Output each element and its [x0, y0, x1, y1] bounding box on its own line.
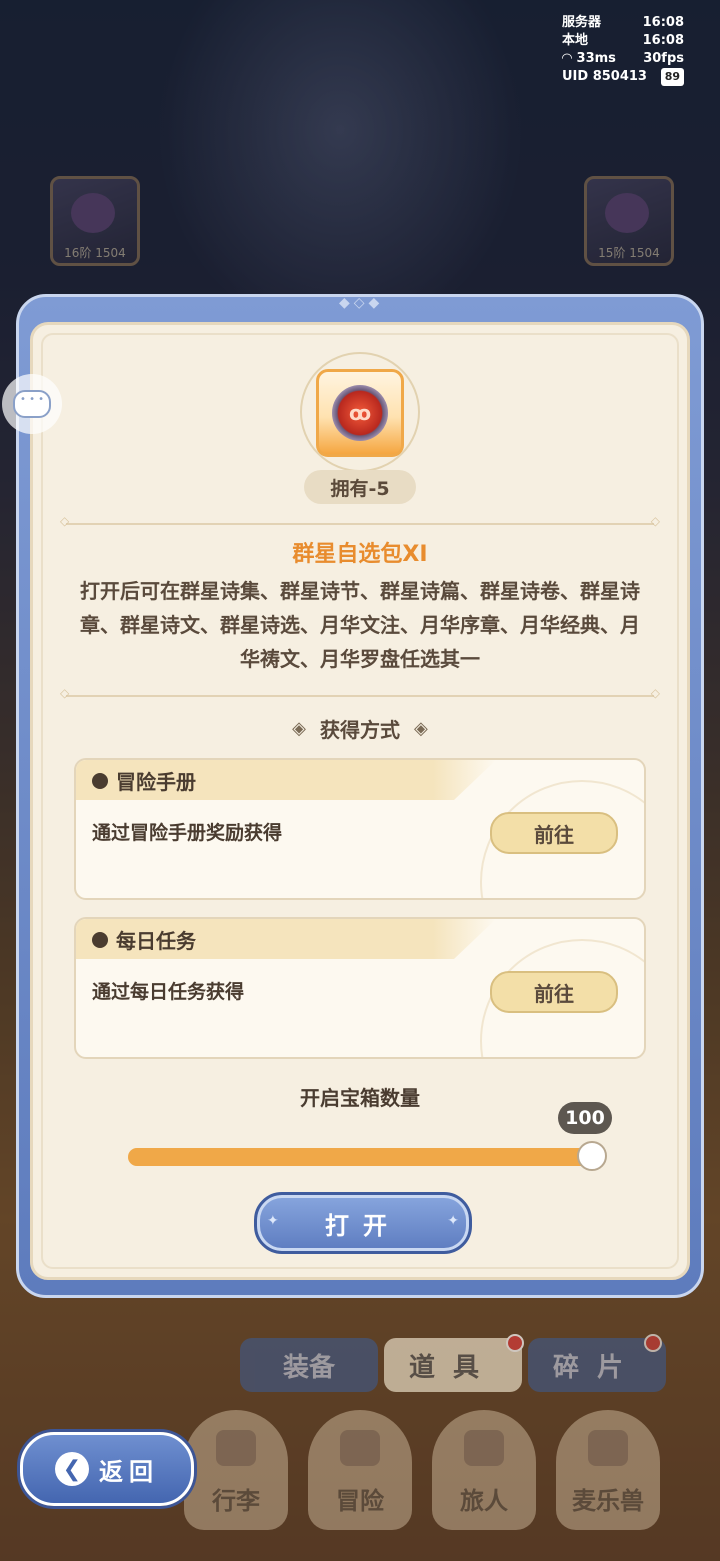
sparkle-icon: ✦ — [447, 1213, 459, 1229]
relic-icon — [605, 193, 649, 233]
ping-value: ◠ 33ms — [562, 51, 616, 66]
source-title: 每日任务 — [116, 929, 196, 953]
relic-slot-left[interactable]: 16阶 1504 — [50, 176, 140, 266]
acquire-heading: ◈ 获得方式 ◈ — [292, 718, 428, 742]
nav-pets[interactable]: 麦乐兽 — [556, 1410, 660, 1530]
diamond-ornament-icon: ◈ — [292, 718, 306, 739]
ornament-icon: ◆◇◆ — [339, 295, 384, 311]
fps-value: 30fps — [643, 51, 684, 66]
tab-fragments[interactable]: 碎片 — [528, 1334, 666, 1392]
back-arrow-icon: ❮ — [55, 1452, 89, 1486]
chest-icon — [216, 1430, 256, 1466]
notification-dot — [644, 1334, 662, 1352]
item-description: 打开后可在群星诗集、群星诗节、群星诗篇、群星诗卷、群星诗章、群星诗文、群星诗选、… — [80, 579, 640, 671]
wifi-icon: ◠ — [562, 51, 577, 66]
back-button[interactable]: ❮ 返回 — [20, 1432, 194, 1506]
item-name: 群星自选包XI — [292, 542, 428, 567]
hint-bulb-icon — [92, 931, 108, 948]
status-hud: 服务器 16:08 本地 16:08 ◠ 33ms 30fps UID 850413 8… — [562, 14, 684, 86]
nav-luggage[interactable]: 行李 — [184, 1410, 288, 1530]
chat-bubble-icon — [13, 390, 51, 418]
relic-icon — [71, 193, 115, 233]
tab-equipment[interactable]: 装备 — [240, 1338, 378, 1392]
relic-stage: 16阶 — [64, 246, 92, 260]
category-tabs: 装备 道具 碎片 — [240, 1334, 666, 1392]
chat-button[interactable] — [2, 374, 62, 434]
server-label: 服务器 — [562, 15, 602, 30]
owned-count: 拥有-5 — [304, 470, 416, 504]
pet-icon — [588, 1430, 628, 1466]
battery-icon: 89 — [660, 68, 684, 86]
tab-items[interactable]: 道具 — [384, 1334, 524, 1392]
star-pack-gem-icon: ꝏ — [332, 385, 388, 441]
quantity-value-bubble: 100 — [558, 1102, 612, 1134]
goto-button[interactable]: 前往 — [490, 971, 618, 1013]
relic-power: 1504 — [629, 246, 660, 260]
quantity-slider[interactable] — [128, 1141, 607, 1171]
item-icon: ꝏ — [316, 369, 404, 457]
open-quantity-label: 开启宝箱数量 — [300, 1086, 420, 1110]
source-card-adventure-manual: 冒险手册 通过冒险手册奖励获得 前往 — [74, 758, 646, 900]
divider — [60, 686, 660, 700]
slider-knob[interactable] — [577, 1141, 607, 1171]
nav-travelers[interactable]: 旅人 — [432, 1410, 536, 1530]
relic-slot-right[interactable]: 15阶 1504 — [584, 176, 674, 266]
diamond-ornament-icon: ◈ — [414, 718, 428, 739]
local-time: 16:08 — [642, 33, 684, 48]
source-title: 冒险手册 — [116, 770, 196, 794]
hint-bulb-icon — [92, 772, 108, 789]
server-time: 16:08 — [642, 15, 684, 30]
source-card-daily-tasks: 每日任务 通过每日任务获得 前往 — [74, 917, 646, 1059]
open-button[interactable]: ✦ 打开 ✦ — [254, 1192, 472, 1254]
relic-stage: 15阶 — [598, 246, 626, 260]
uid-label: UID 850413 — [562, 69, 647, 84]
notification-dot — [506, 1334, 524, 1352]
divider — [60, 514, 660, 528]
local-label: 本地 — [562, 33, 589, 48]
source-text: 通过冒险手册奖励获得 — [92, 822, 283, 844]
source-text: 通过每日任务获得 — [92, 981, 245, 1003]
goto-button[interactable]: 前往 — [490, 812, 618, 854]
character-icon — [464, 1430, 504, 1466]
relic-power: 1504 — [95, 246, 126, 260]
crossed-swords-icon — [340, 1430, 380, 1466]
nav-adventure[interactable]: 冒险 — [308, 1410, 412, 1530]
slider-fill — [128, 1148, 592, 1166]
sparkle-icon: ✦ — [267, 1213, 279, 1229]
